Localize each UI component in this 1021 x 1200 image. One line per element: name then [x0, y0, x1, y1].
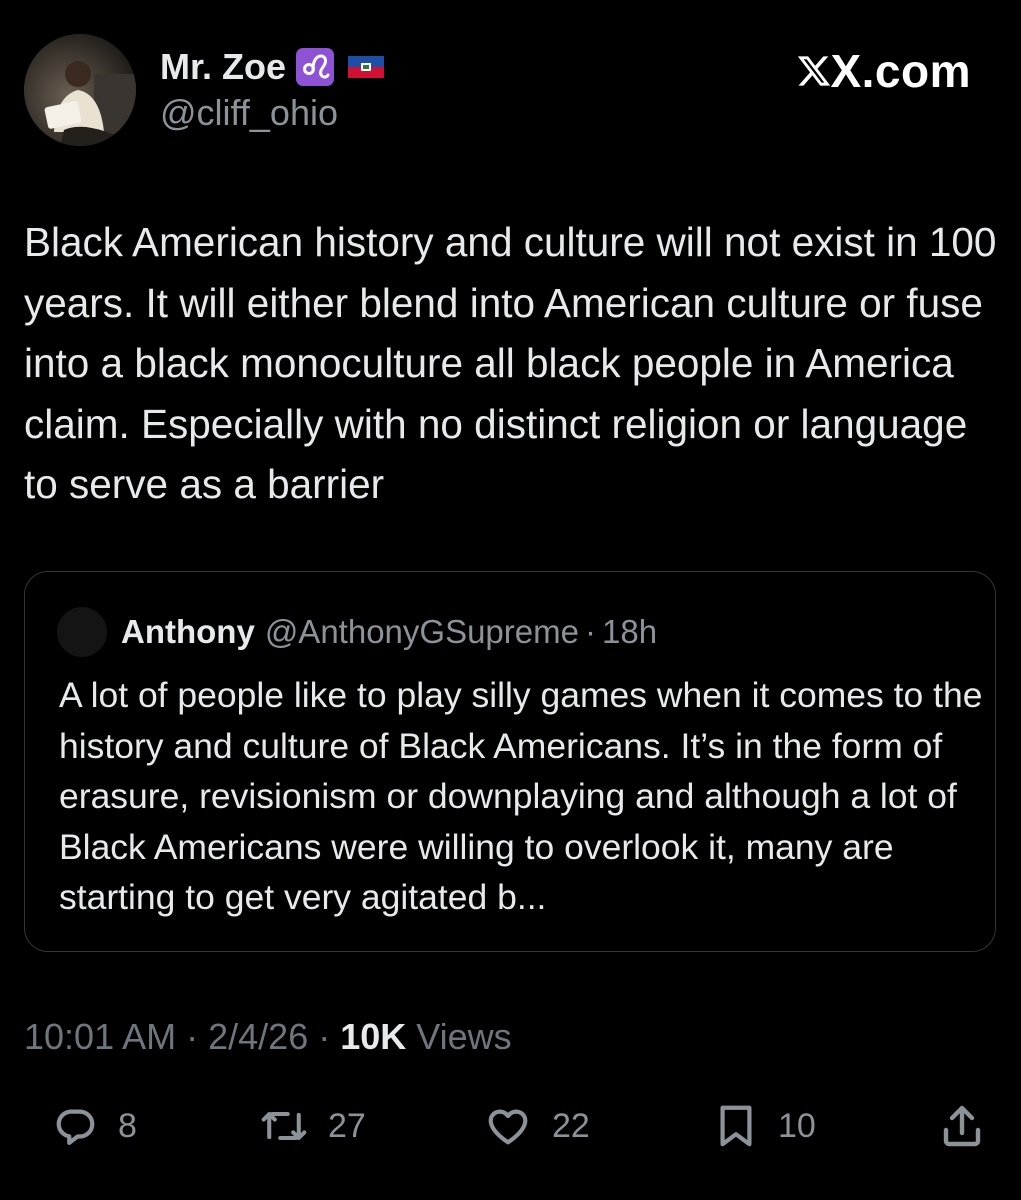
- author-name-row: Mr. Zoe: [160, 44, 385, 90]
- x-logo-icon: [798, 56, 831, 86]
- tweet-metadata: 10:01 AM · 2/4/26 · 10K Views: [24, 1016, 512, 1058]
- repost-icon: [261, 1111, 307, 1141]
- tweet-date[interactable]: 2/4/26: [208, 1016, 308, 1057]
- reply-icon: [56, 1109, 95, 1145]
- tweet-actions-bar: 8 27 22 10: [0, 1100, 1021, 1152]
- quoted-author-avatar[interactable]: [57, 607, 107, 657]
- quoted-author-name[interactable]: Anthony: [121, 613, 255, 651]
- quoted-tweet-text: A lot of people like to play silly games…: [59, 675, 983, 917]
- tweet-text: Black American history and culture will …: [24, 219, 997, 507]
- repost-button[interactable]: 27: [260, 1100, 366, 1152]
- leo-zodiac-icon: [296, 48, 335, 86]
- quoted-author-handle[interactable]: @AnthonyGSupreme: [265, 613, 579, 651]
- views-count: 10K: [340, 1016, 407, 1057]
- author-handle[interactable]: @cliff_ohio: [160, 92, 338, 134]
- quoted-tweet-time: 18h: [601, 613, 658, 650]
- separator-dot: ·: [318, 1016, 341, 1057]
- share-button[interactable]: [938, 1100, 986, 1152]
- tweet-time[interactable]: 10:01 AM: [24, 1016, 176, 1057]
- avatar-photo: [24, 34, 136, 146]
- bookmark-icon: [720, 1105, 752, 1147]
- bookmark-button[interactable]: 10: [714, 1100, 816, 1152]
- views-label: Views: [416, 1016, 512, 1057]
- separator-dot: ·: [186, 1016, 209, 1057]
- reply-count: 8: [118, 1106, 137, 1145]
- repost-count: 27: [328, 1106, 366, 1145]
- x-brand-logo: X.com: [796, 44, 971, 98]
- quoted-tweet-card[interactable]: Anthony @AnthonyGSupreme · 18h A lot of …: [24, 571, 996, 952]
- share-icon: [943, 1105, 981, 1147]
- brand-label: X.com: [830, 45, 971, 97]
- author-avatar[interactable]: [24, 34, 136, 146]
- separator-dot: ·: [584, 613, 596, 650]
- heart-icon: [488, 1109, 528, 1145]
- haiti-flag-icon: [348, 56, 385, 78]
- author-display-name[interactable]: Mr. Zoe: [160, 46, 286, 88]
- quoted-tweet-header: Anthony @AnthonyGSupreme · 18h: [57, 607, 658, 657]
- reply-button[interactable]: 8: [52, 1100, 137, 1152]
- bookmark-count: 10: [778, 1106, 816, 1145]
- like-count: 22: [552, 1106, 590, 1145]
- like-button[interactable]: 22: [484, 1100, 590, 1152]
